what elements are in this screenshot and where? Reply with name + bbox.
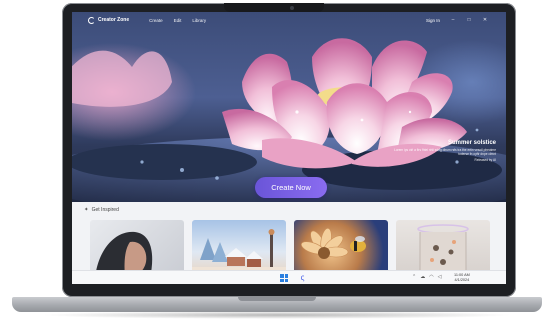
get-inspired-heading: Get Inspired	[91, 207, 119, 213]
chevron-up-icon[interactable]: ⌃	[412, 274, 416, 280]
close-button[interactable]: ✕	[482, 17, 488, 23]
laptop-screen: Creator Zone Create Edit Library Sign In…	[72, 12, 506, 284]
laptop-base-groove	[238, 297, 316, 301]
nav-edit[interactable]: Edit	[174, 18, 182, 23]
nav-library[interactable]: Library	[192, 18, 206, 23]
system-tray: ⌃ ☁ ◠ ◁	[412, 274, 441, 280]
webcam	[290, 6, 294, 10]
cloud-icon[interactable]: ☁	[420, 274, 425, 280]
top-nav: Create Edit Library	[149, 18, 206, 23]
hero-description: Lorem ips ctrl a firs fhtei nhli sdrfg d…	[394, 148, 496, 157]
titlebar-right: Sign In – □ ✕	[426, 17, 488, 23]
get-inspired-header: ✦ Get Inspired	[84, 207, 119, 213]
windows-taskbar: ς ⌃ ☁ ◠ ◁ 11:00 AM 4/1/2024	[72, 270, 506, 284]
laptop-shadow	[40, 311, 514, 319]
lotus-flower-image	[72, 38, 506, 202]
hero-title: Summer solstice	[447, 140, 496, 146]
maximize-button[interactable]: □	[466, 17, 472, 23]
windows-start-icon[interactable]	[280, 274, 288, 282]
speaker-icon[interactable]: ◁	[438, 274, 442, 280]
hero-caption: Summer solstice Lorem ips ctrl a firs fh…	[386, 140, 496, 162]
app-titlebar: Creator Zone Create Edit Library Sign In…	[72, 12, 506, 28]
create-now-button[interactable]: Create Now	[255, 177, 327, 198]
nav-create[interactable]: Create	[149, 18, 163, 23]
taskbar-clock[interactable]: 11:00 AM 4/1/2024	[454, 273, 470, 283]
wifi-icon[interactable]: ◠	[429, 274, 433, 280]
app-logo[interactable]: Creator Zone	[88, 16, 130, 24]
get-inspired-section: ✦ Get Inspired	[72, 202, 506, 278]
hero-byline: Released by AI	[474, 158, 496, 163]
creator-zone-logo-icon	[88, 16, 95, 24]
minimize-button[interactable]: –	[450, 17, 456, 23]
creator-app-taskbar-icon[interactable]: ς	[298, 273, 307, 282]
hero-banner: Creator Zone Create Edit Library Sign In…	[72, 12, 506, 202]
app-name: Creator Zone	[98, 17, 130, 23]
sparkle-icon: ✦	[84, 207, 89, 213]
clock-time: 11:00 AM	[454, 272, 470, 277]
sign-in-link[interactable]: Sign In	[426, 18, 440, 23]
clock-date: 4/1/2024	[454, 277, 470, 282]
camera-notch	[224, 3, 324, 12]
